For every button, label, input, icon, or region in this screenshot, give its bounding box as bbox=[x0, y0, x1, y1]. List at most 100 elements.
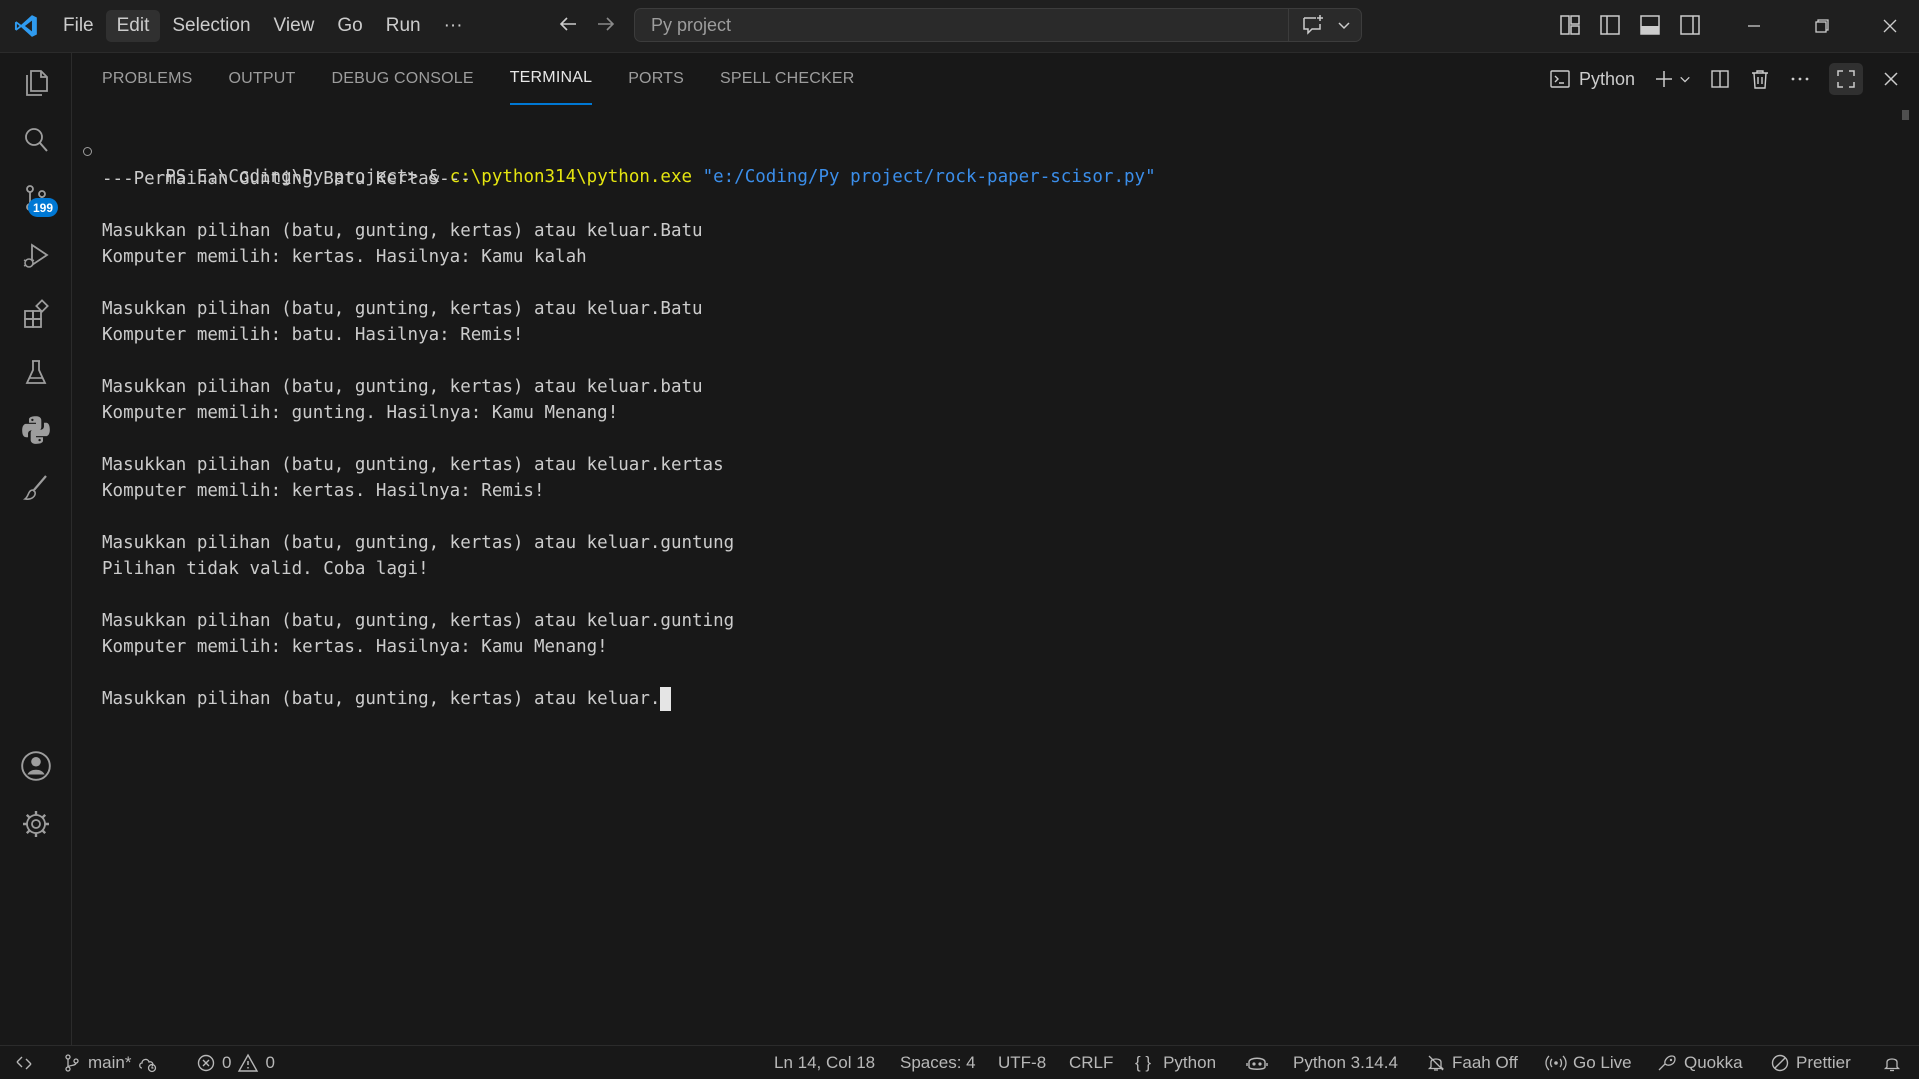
explorer-icon[interactable] bbox=[0, 53, 71, 111]
customize-layout-icon[interactable] bbox=[1558, 13, 1582, 37]
back-arrow-icon[interactable] bbox=[556, 12, 580, 36]
toggle-secondary-sidebar-icon[interactable] bbox=[1678, 13, 1702, 37]
terminal-icon bbox=[1549, 68, 1571, 90]
title-bar: File Edit Selection View Go Run ··· Py p… bbox=[0, 0, 1919, 53]
tab-spell-checker[interactable]: SPELL CHECKER bbox=[720, 53, 855, 105]
warning-count: 0 bbox=[265, 1052, 275, 1072]
command-decoration-icon[interactable] bbox=[83, 147, 92, 156]
menu-view[interactable]: View bbox=[263, 10, 326, 42]
split-terminal-icon[interactable] bbox=[1709, 68, 1731, 90]
terminal-line: Masukkan pilihan (batu, gunting, kertas)… bbox=[102, 533, 735, 553]
tab-problems[interactable]: PROBLEMS bbox=[102, 53, 193, 105]
broadcast-icon bbox=[1545, 1053, 1567, 1073]
branch-status[interactable]: main* bbox=[62, 1046, 159, 1079]
new-terminal-icon[interactable] bbox=[1653, 68, 1691, 90]
close-panel-icon[interactable] bbox=[1881, 69, 1901, 89]
terminal-line: Masukkan pilihan (batu, gunting, kertas)… bbox=[102, 455, 724, 475]
terminal-line: Komputer memilih: kertas. Hasilnya: Kamu… bbox=[102, 247, 587, 267]
terminal-line: Komputer memilih: kertas. Hasilnya: Kamu… bbox=[102, 637, 608, 657]
error-icon bbox=[196, 1053, 216, 1073]
terminal-command-line: PS E:\Coding\Py project> & c:\python314\… bbox=[83, 141, 1156, 187]
warning-icon bbox=[237, 1053, 259, 1073]
chevron-down-icon[interactable] bbox=[1337, 18, 1351, 32]
menu-file[interactable]: File bbox=[52, 10, 105, 42]
status-bar: main* 0 0 Ln 14, Col 18 Spaces: 4 UTF-8 … bbox=[0, 1045, 1919, 1079]
tab-terminal[interactable]: TERMINAL bbox=[509, 53, 593, 105]
tab-debug-console[interactable]: DEBUG CONSOLE bbox=[332, 53, 474, 105]
terminal-command-exe: c:\python314\python.exe bbox=[449, 167, 693, 187]
search-icon[interactable] bbox=[0, 111, 71, 169]
quokka-label: Quokka bbox=[1684, 1052, 1743, 1072]
terminal-line: ---Permainan Gunting Batu Kertas--- bbox=[102, 169, 471, 189]
terminal-line: Pilihan tidak valid. Coba lagi! bbox=[102, 559, 429, 579]
terminal-scrollbar[interactable] bbox=[1902, 110, 1909, 120]
toggle-panel-icon[interactable] bbox=[1638, 13, 1662, 37]
terminal-line: Masukkan pilihan (batu, gunting, kertas)… bbox=[102, 611, 735, 631]
forward-arrow-icon[interactable] bbox=[594, 12, 618, 36]
extensions-icon[interactable] bbox=[0, 285, 71, 343]
minimize-icon[interactable] bbox=[1720, 0, 1788, 52]
language-mode[interactable]: { } Python bbox=[1135, 1046, 1216, 1079]
end-of-line[interactable]: CRLF bbox=[1069, 1046, 1113, 1079]
terminal-line: Komputer memilih: kertas. Hasilnya: Remi… bbox=[102, 481, 545, 501]
language-braces-icon: { } bbox=[1135, 1052, 1152, 1072]
quokka-icon bbox=[1656, 1053, 1678, 1073]
toggle-primary-sidebar-icon[interactable] bbox=[1598, 13, 1622, 37]
restore-icon[interactable] bbox=[1788, 0, 1856, 52]
cursor-position[interactable]: Ln 14, Col 18 bbox=[774, 1046, 875, 1079]
layout-controls bbox=[1558, 13, 1702, 37]
menu-bar: File Edit Selection View Go Run ··· bbox=[52, 0, 475, 52]
chat-icon[interactable] bbox=[1301, 14, 1325, 36]
settings-gear-icon[interactable] bbox=[0, 795, 71, 853]
encoding[interactable]: UTF-8 bbox=[998, 1046, 1046, 1079]
menu-selection[interactable]: Selection bbox=[161, 10, 261, 42]
command-center[interactable]: Py project bbox=[634, 8, 1362, 42]
command-center-text[interactable]: Py project bbox=[635, 15, 1288, 36]
language-label: Python bbox=[1163, 1052, 1217, 1072]
remote-indicator-icon[interactable] bbox=[14, 1046, 34, 1079]
copilot-icon[interactable] bbox=[1245, 1046, 1269, 1079]
go-live-label: Go Live bbox=[1573, 1052, 1632, 1072]
run-debug-icon[interactable] bbox=[0, 227, 71, 285]
vscode-logo-icon bbox=[0, 0, 52, 52]
terminal-current-prompt: Masukkan pilihan (batu, gunting, kertas)… bbox=[102, 689, 661, 709]
go-live-status[interactable]: Go Live bbox=[1545, 1046, 1632, 1079]
navigation-arrows bbox=[556, 12, 618, 36]
terminal-profile-label: Python bbox=[1578, 68, 1635, 89]
problems-status[interactable]: 0 0 bbox=[196, 1046, 275, 1079]
tab-ports[interactable]: PORTS bbox=[628, 53, 684, 105]
faah-status[interactable]: Faah Off bbox=[1426, 1046, 1518, 1079]
testing-icon[interactable] bbox=[0, 343, 71, 401]
prettier-label: Prettier bbox=[1796, 1052, 1851, 1072]
menu-more[interactable]: ··· bbox=[433, 10, 474, 42]
menu-edit[interactable]: Edit bbox=[105, 10, 161, 42]
python-interpreter[interactable]: Python 3.14.4 bbox=[1293, 1046, 1398, 1079]
terminal-output[interactable]: PS E:\Coding\Py project> & c:\python314\… bbox=[72, 111, 1892, 1031]
more-actions-icon[interactable] bbox=[1789, 68, 1811, 90]
prettier-status[interactable]: Prettier bbox=[1770, 1046, 1851, 1079]
menu-go[interactable]: Go bbox=[326, 10, 373, 42]
python-icon[interactable] bbox=[0, 401, 71, 459]
faah-label: Faah Off bbox=[1452, 1052, 1518, 1072]
quokka-status[interactable]: Quokka bbox=[1656, 1046, 1743, 1079]
terminal-line: Masukkan pilihan (batu, gunting, kertas)… bbox=[102, 299, 703, 319]
maximize-panel-icon[interactable] bbox=[1829, 63, 1863, 95]
notifications-bell-icon[interactable] bbox=[1882, 1046, 1902, 1079]
menu-run[interactable]: Run bbox=[375, 10, 432, 42]
branch-name: main* bbox=[88, 1052, 132, 1072]
terminal-line: Komputer memilih: gunting. Hasilnya: Kam… bbox=[102, 403, 619, 423]
tab-output[interactable]: OUTPUT bbox=[229, 53, 296, 105]
brush-icon[interactable] bbox=[0, 459, 71, 517]
terminal-input-line: Masukkan pilihan (batu, gunting, kertas)… bbox=[102, 687, 672, 711]
close-window-icon[interactable] bbox=[1856, 0, 1919, 52]
source-control-icon[interactable]: 199 bbox=[0, 169, 71, 227]
kill-terminal-trash-icon[interactable] bbox=[1749, 68, 1771, 90]
indentation[interactable]: Spaces: 4 bbox=[900, 1046, 976, 1079]
error-count: 0 bbox=[222, 1052, 232, 1072]
accounts-icon[interactable] bbox=[0, 737, 71, 795]
chat-controls bbox=[1288, 8, 1361, 42]
terminal-command-arg: "e:/Coding/Py project/rock-paper-scisor.… bbox=[692, 167, 1156, 187]
terminal-profile[interactable]: Python bbox=[1549, 68, 1635, 90]
git-branch-icon bbox=[62, 1053, 82, 1073]
sync-cloud-icon[interactable] bbox=[137, 1053, 159, 1073]
